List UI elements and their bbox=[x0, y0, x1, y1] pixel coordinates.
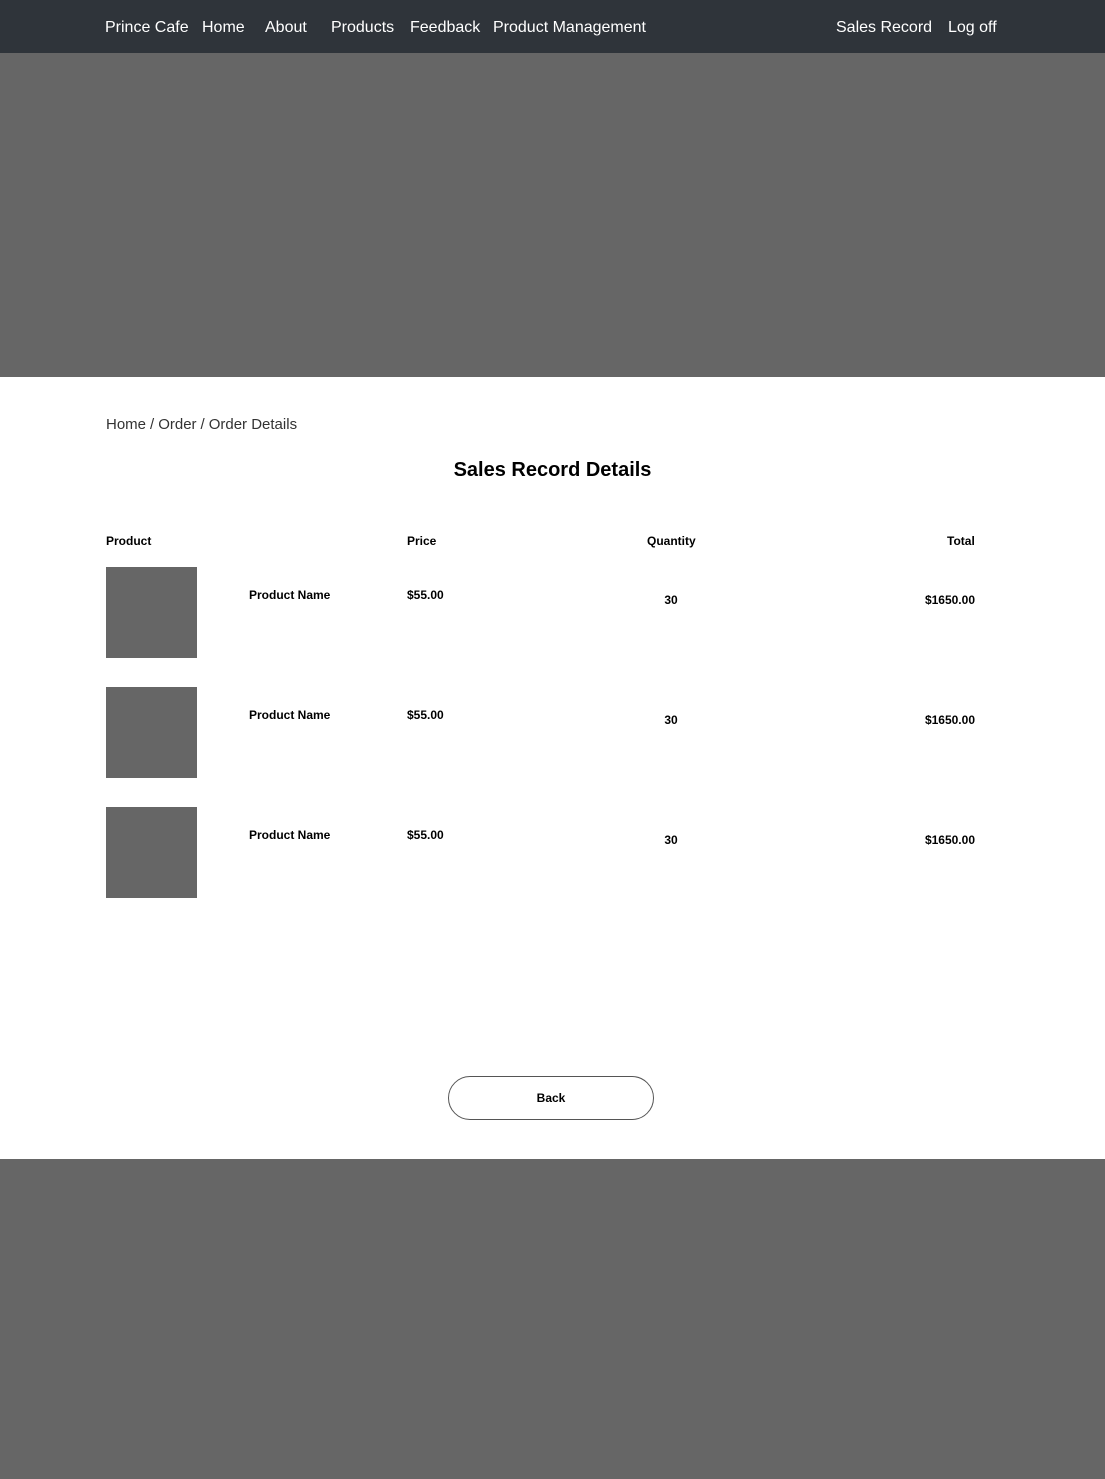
breadcrumb-home[interactable]: Home bbox=[106, 416, 146, 433]
nav-sales-record-link[interactable]: Sales Record bbox=[836, 17, 932, 39]
product-total: $1650.00 bbox=[924, 713, 975, 727]
product-image bbox=[106, 687, 197, 778]
breadcrumb: Home / Order / Order Details bbox=[106, 415, 297, 435]
nav-log-off-link[interactable]: Log off bbox=[948, 17, 997, 39]
product-name: Product Name bbox=[249, 588, 331, 602]
page-title: Sales Record Details bbox=[453, 459, 652, 481]
product-price: $55.00 bbox=[407, 828, 444, 842]
breadcrumb-separator: / bbox=[200, 416, 205, 433]
product-image bbox=[106, 567, 197, 658]
column-header-quantity: Quantity bbox=[647, 534, 696, 548]
product-quantity: 30 bbox=[664, 833, 678, 847]
top-navbar: Prince Cafe Home About Products Feedback… bbox=[0, 0, 1105, 53]
product-image bbox=[106, 807, 197, 898]
nav-about-link[interactable]: About bbox=[265, 17, 307, 39]
footer-placeholder-image bbox=[0, 1159, 1105, 1479]
product-total: $1650.00 bbox=[924, 833, 975, 847]
product-price: $55.00 bbox=[407, 588, 444, 602]
product-price: $55.00 bbox=[407, 708, 444, 722]
nav-product-management-link[interactable]: Product Management bbox=[493, 17, 646, 39]
back-button[interactable]: Back bbox=[448, 1076, 654, 1120]
table-row: Product Name $55.00 30 $1650.00 bbox=[0, 567, 1105, 658]
column-header-product: Product bbox=[106, 534, 152, 548]
nav-home-link[interactable]: Home bbox=[202, 17, 245, 39]
breadcrumb-order[interactable]: Order bbox=[158, 416, 196, 433]
column-header-total: Total bbox=[947, 534, 975, 548]
nav-products-link[interactable]: Products bbox=[331, 17, 394, 39]
table-row: Product Name $55.00 30 $1650.00 bbox=[0, 687, 1105, 778]
product-name: Product Name bbox=[249, 708, 331, 722]
breadcrumb-order-details: Order Details bbox=[208, 416, 298, 433]
table-row: Product Name $55.00 30 $1650.00 bbox=[0, 807, 1105, 898]
product-quantity: 30 bbox=[664, 593, 678, 607]
column-header-price: Price bbox=[407, 534, 437, 548]
product-name: Product Name bbox=[249, 828, 331, 842]
product-quantity: 30 bbox=[664, 713, 678, 727]
hero-banner-image bbox=[0, 53, 1105, 377]
breadcrumb-separator: / bbox=[150, 416, 155, 433]
nav-feedback-link[interactable]: Feedback bbox=[410, 17, 480, 39]
brand-link[interactable]: Prince Cafe bbox=[105, 17, 189, 39]
product-total: $1650.00 bbox=[924, 593, 975, 607]
